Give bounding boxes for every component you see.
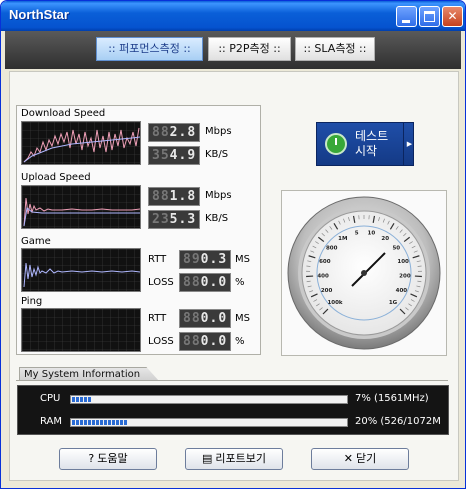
close-button-label: 닫기 [355, 452, 377, 465]
download-mbps-unit: Mbps [205, 126, 232, 137]
upload-graph [21, 185, 141, 229]
stopwatch-icon [325, 133, 347, 155]
maximize-icon [424, 11, 435, 22]
close-x-icon: ✕ [343, 452, 353, 465]
cpu-label: CPU [40, 393, 61, 404]
ping-graph-svg [22, 309, 140, 351]
upload-graph-svg [22, 186, 140, 228]
speed-gauge: 100k 200 400 600 8001M 5 10 2050 100 200 400 1G [287, 196, 441, 350]
upload-mbps-unit: Mbps [205, 190, 232, 201]
download-graph-svg [22, 122, 140, 164]
ping-loss-display: 880.0 [179, 332, 231, 351]
ping-loss-label: LOSS [148, 336, 174, 347]
title-bar[interactable]: NorthStar ✕ [1, 1, 465, 31]
start-test-line2: 시작 [355, 144, 378, 158]
game-rtt-label: RTT [148, 254, 167, 265]
gauge-tick-label: 1G [389, 300, 398, 306]
minimize-icon [402, 20, 410, 23]
game-label: Game [21, 236, 51, 247]
game-rtt-display: 890.3 [179, 250, 231, 269]
game-graph-svg [22, 249, 140, 291]
report-button[interactable]: ▤ 리포트보기 [185, 448, 283, 470]
cpu-value: 7% (1561MHz) [355, 393, 429, 404]
window-title: NorthStar [9, 7, 69, 22]
upload-kbs-unit: KB/S [205, 213, 229, 224]
upload-mbps-display: 881.8 [148, 187, 200, 206]
system-info-title: My System Information [19, 367, 159, 381]
performance-pane: Download Speed 882.8 Mbps 354.9 KB/S Upl… [9, 71, 459, 481]
start-test-line1: 테스트 [355, 129, 389, 143]
cpu-bar-fill [72, 397, 92, 402]
gauge-tick-label: 400 [396, 288, 408, 294]
start-test-button[interactable]: 테스트 시작 ▶ [316, 122, 414, 166]
gauge-tick-label: 10 [368, 231, 376, 237]
close-window-button[interactable]: ✕ [442, 6, 463, 27]
download-label: Download Speed [21, 108, 106, 119]
gauge-tick-label: 50 [392, 246, 400, 252]
report-button-label: 리포트보기 [215, 452, 266, 465]
game-rtt-unit: MS [235, 254, 250, 265]
help-icon: ? [88, 452, 95, 465]
system-info-divider [16, 380, 448, 381]
maximize-button[interactable] [419, 6, 440, 27]
gauge-hub [361, 270, 367, 276]
speed-gauge-panel: 100k 200 400 600 800 1M 5 10 20 50 100 200 400 1G [281, 190, 447, 356]
ram-label: RAM [40, 416, 63, 427]
gauge-tick-label: 1M [338, 236, 347, 242]
tab-bar: :: 퍼포먼스측정 :: :: P2P측정 :: :: SLA측정 :: [5, 31, 461, 69]
gauge-tick-label: 20 [381, 236, 389, 242]
gauge-tick-label: 5 [355, 231, 359, 237]
system-info-panel: CPU 7% (1561MHz) RAM 20% (526/1072M [17, 385, 449, 435]
ping-graph [21, 308, 141, 352]
game-loss-display: 880.0 [179, 273, 231, 292]
help-button-label: 도움말 [97, 452, 128, 465]
download-kbs-display: 354.9 [148, 146, 200, 165]
cpu-bar [70, 395, 348, 404]
app-window: NorthStar ✕ :: 퍼포먼스측정 :: :: P2P측정 :: :: … [0, 0, 466, 489]
download-kbs-unit: KB/S [205, 149, 229, 160]
help-button[interactable]: ? 도움말 [59, 448, 157, 470]
ram-value: 20% (526/1072M [355, 416, 441, 427]
upload-kbs-display: 235.3 [148, 210, 200, 229]
game-loss-label: LOSS [148, 277, 174, 288]
gauge-tick-label: 100 [397, 259, 409, 265]
gauge-tick-label: 400 [317, 273, 329, 279]
gauge-tick-label: 600 [319, 259, 331, 265]
metrics-panel: Download Speed 882.8 Mbps 354.9 KB/S Upl… [16, 105, 261, 355]
dropdown-arrow-icon[interactable]: ▶ [403, 123, 415, 165]
ram-bar [70, 418, 348, 427]
ping-rtt-label: RTT [148, 313, 167, 324]
ping-label: Ping [21, 296, 43, 307]
tab-performance[interactable]: :: 퍼포먼스측정 :: [96, 37, 203, 61]
close-button[interactable]: ✕ 닫기 [311, 448, 409, 470]
ping-loss-unit: % [235, 336, 245, 347]
ping-rtt-unit: MS [235, 313, 250, 324]
tab-p2p[interactable]: :: P2P측정 :: [208, 37, 291, 61]
upload-label: Upload Speed [21, 172, 91, 183]
start-test-label: 테스트 시작 [355, 129, 388, 159]
gauge-tick-label: 800 [326, 246, 338, 252]
ping-rtt-display: 880.0 [179, 309, 231, 328]
download-mbps-display: 882.8 [148, 123, 200, 142]
gauge-tick-label: 100k [327, 300, 342, 306]
download-graph [21, 121, 141, 165]
game-graph [21, 248, 141, 292]
close-icon: ✕ [447, 9, 458, 23]
ram-bar-fill [72, 420, 127, 425]
gauge-tick-label: 200 [321, 288, 333, 294]
tab-sla[interactable]: :: SLA측정 :: [295, 37, 375, 61]
minimize-button[interactable] [396, 6, 417, 27]
report-icon: ▤ [201, 452, 213, 465]
game-loss-unit: % [235, 277, 245, 288]
gauge-tick-label: 200 [399, 273, 411, 279]
